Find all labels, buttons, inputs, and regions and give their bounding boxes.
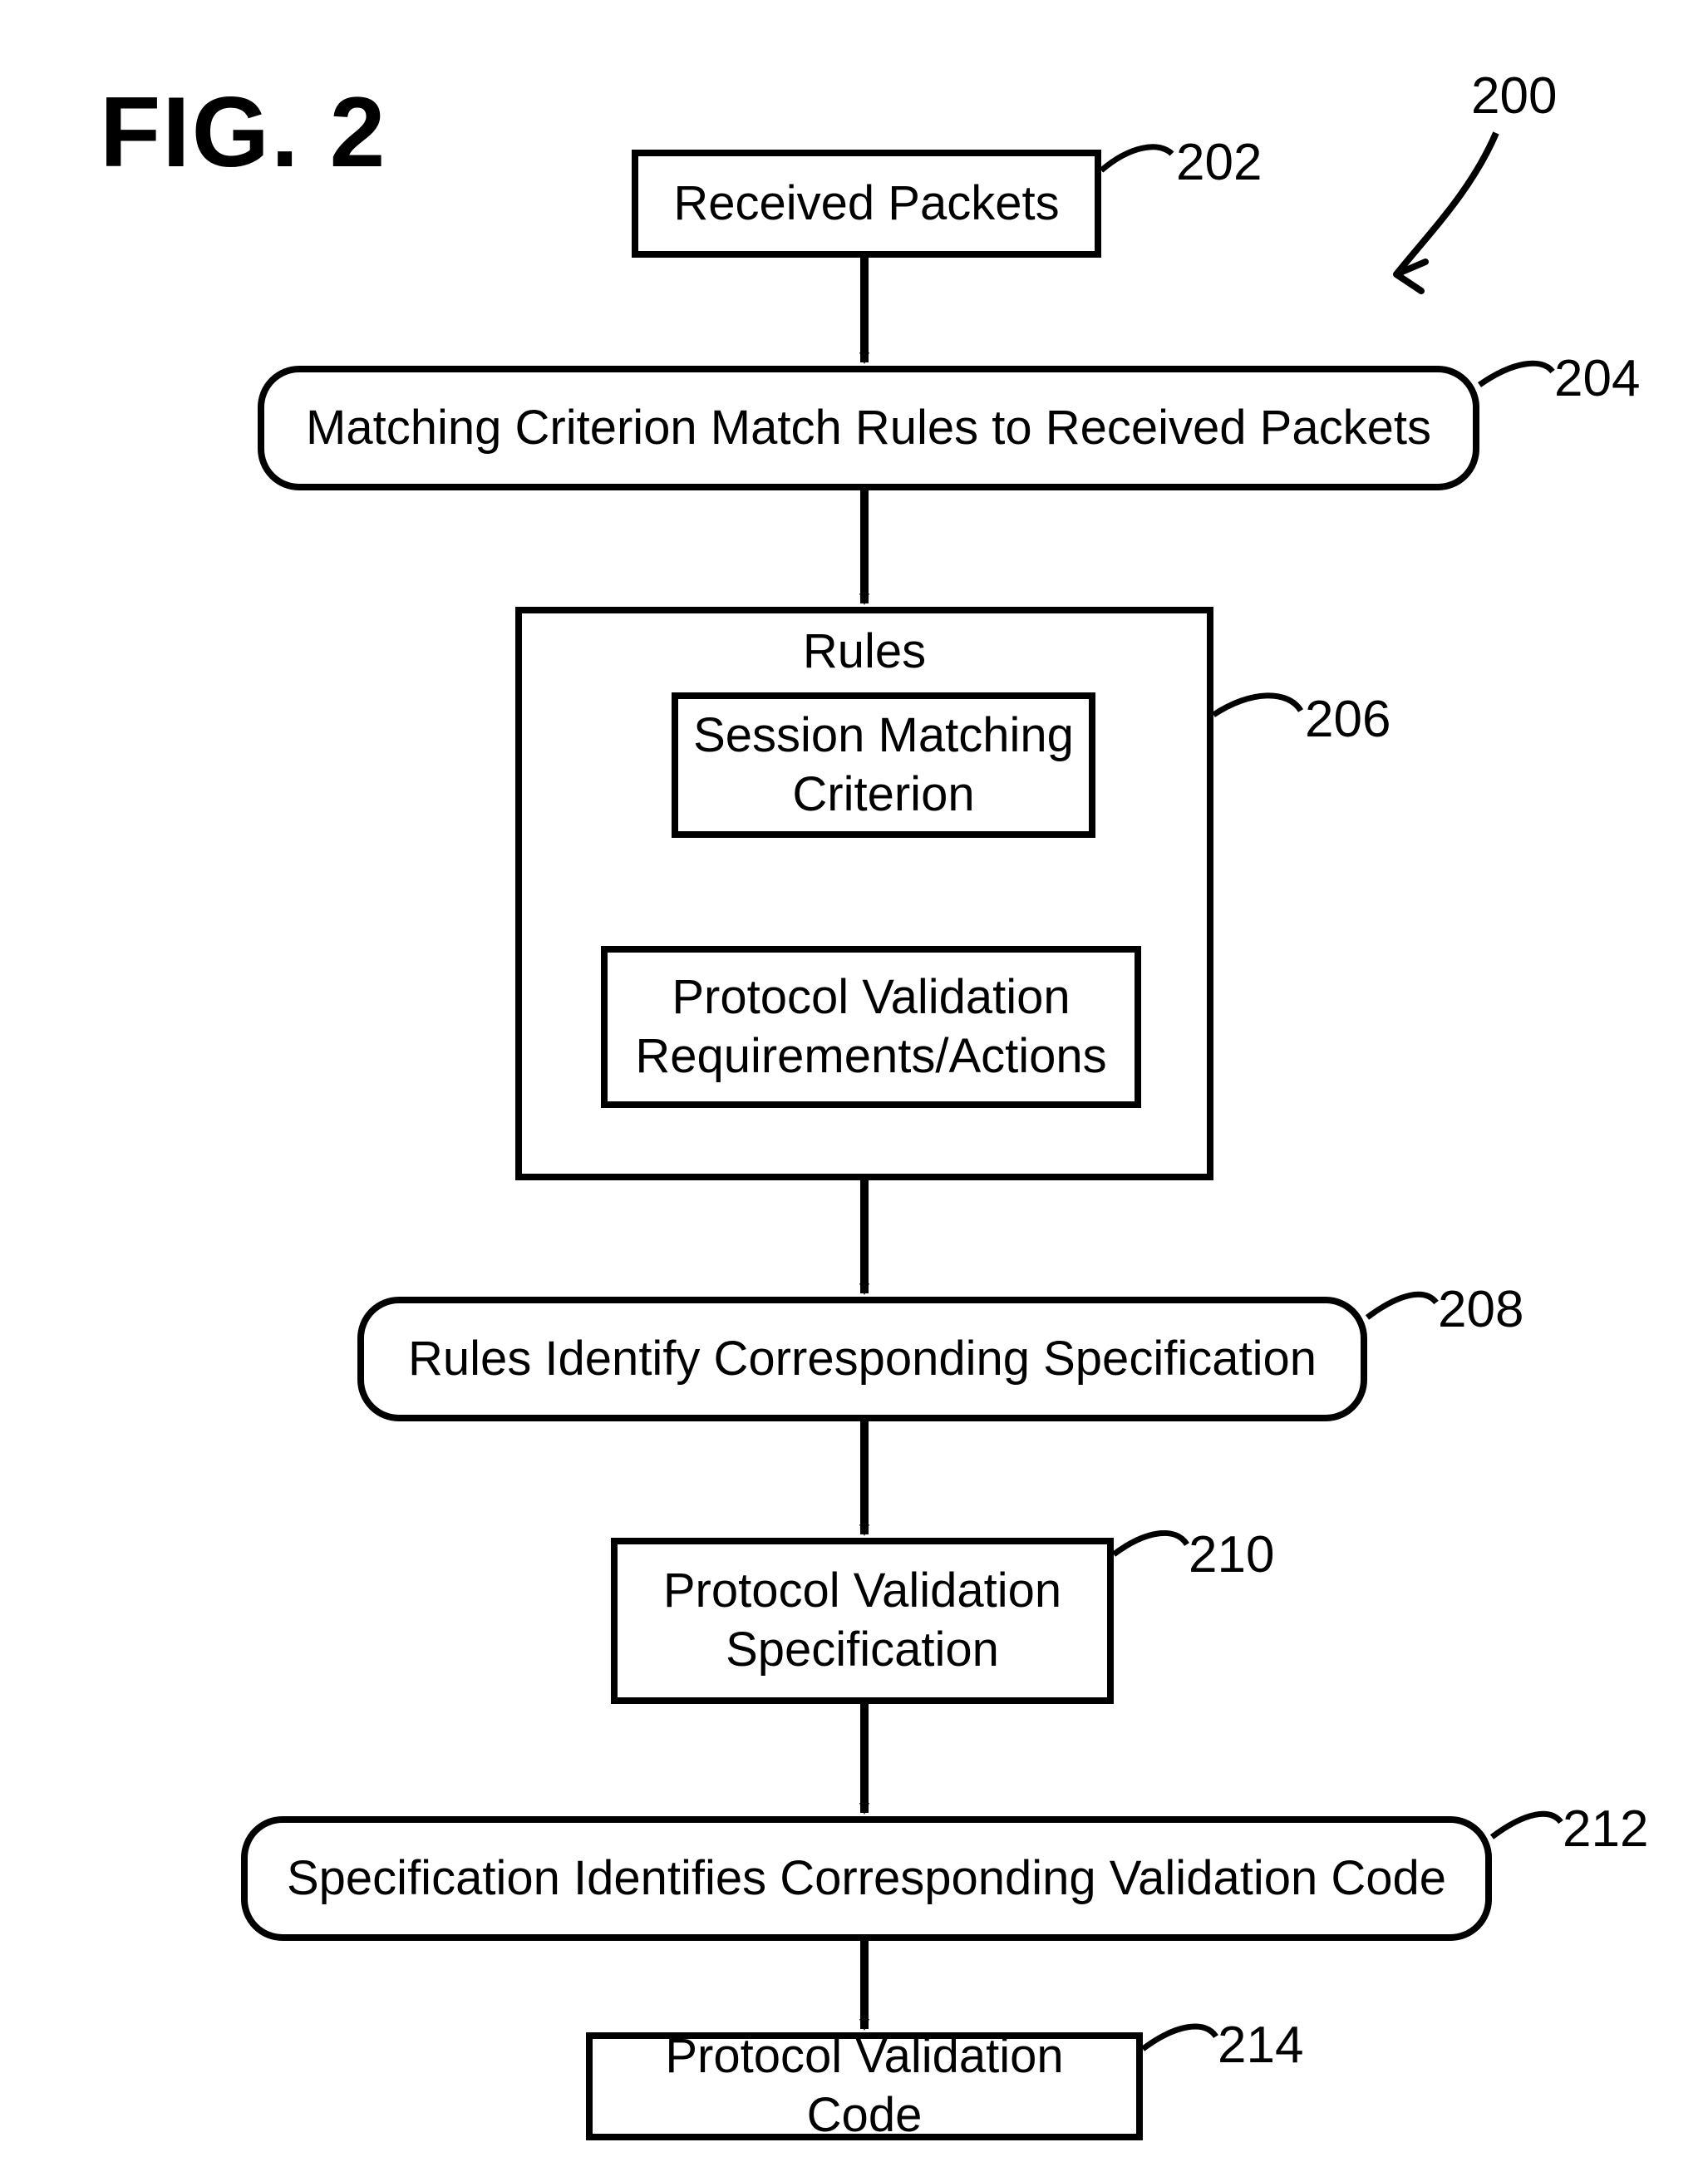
ref-label-210: 210	[1189, 1525, 1274, 1584]
node-rules: Rules Session Matching Criterion Protoco…	[515, 607, 1213, 1180]
node-text: Received Packets	[663, 175, 1069, 234]
node-protocol-validation-spec: Protocol Validation Specification	[611, 1538, 1114, 1704]
diagram-canvas: FIG. 2 200 Received Packets 202 Matching…	[0, 0, 1708, 2157]
node-spec-identifies-code: Specification Identifies Corresponding V…	[241, 1816, 1492, 1941]
ref-label-214: 214	[1218, 2016, 1303, 2075]
figure-title: FIG. 2	[100, 75, 386, 190]
node-matching-criterion: Matching Criterion Match Rules to Receiv…	[258, 366, 1479, 490]
rules-inner-protocol-validation: Protocol Validation Requirements/Actions	[601, 946, 1141, 1108]
ref-label-212: 212	[1563, 1800, 1648, 1859]
node-text: Protocol Validation Specification	[653, 1562, 1071, 1680]
node-text: Matching Criterion Match Rules to Receiv…	[296, 399, 1441, 458]
ref-label-208: 208	[1438, 1280, 1523, 1339]
node-rules-identify-spec: Rules Identify Corresponding Specificati…	[357, 1297, 1367, 1421]
node-text: Rules Identify Corresponding Specificati…	[398, 1330, 1327, 1389]
ref-label-202: 202	[1176, 133, 1262, 192]
ref-label-204: 204	[1554, 349, 1640, 408]
rules-inner-session-matching: Session Matching Criterion	[672, 692, 1095, 838]
node-text: Protocol Validation Code	[593, 2027, 1136, 2145]
rules-title: Rules	[522, 623, 1207, 679]
diagram-ref-label: 200	[1471, 66, 1557, 126]
node-received-packets: Received Packets	[632, 150, 1101, 258]
ref-label-206: 206	[1305, 690, 1391, 749]
node-text: Specification Identifies Corresponding V…	[277, 1849, 1456, 1908]
node-protocol-validation-code: Protocol Validation Code	[586, 2032, 1143, 2140]
